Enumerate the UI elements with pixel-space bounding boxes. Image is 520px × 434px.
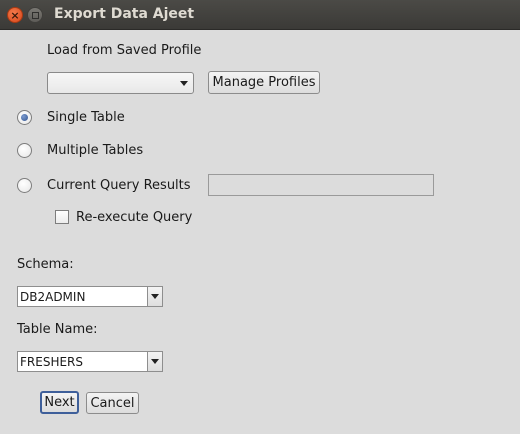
saved-profile-label: Load from Saved Profile <box>47 43 202 58</box>
single-table-radio[interactable] <box>17 110 32 125</box>
schema-label: Schema: <box>17 257 74 272</box>
chevron-down-icon <box>151 359 159 364</box>
close-icon: × <box>10 8 20 22</box>
single-table-label[interactable]: Single Table <box>47 110 125 125</box>
next-button[interactable]: Next <box>40 391 79 414</box>
current-query-results-radio[interactable] <box>17 178 32 193</box>
chevron-down-icon <box>180 81 188 86</box>
chevron-down-icon <box>151 294 159 299</box>
minimize-window-button[interactable] <box>27 7 43 23</box>
multiple-tables-label[interactable]: Multiple Tables <box>47 143 143 158</box>
current-query-results-label[interactable]: Current Query Results <box>47 178 191 193</box>
table-name-value: FRESHERS <box>20 355 83 369</box>
saved-profile-dropdown[interactable] <box>47 72 194 94</box>
schema-select[interactable]: DB2ADMIN <box>17 286 163 307</box>
table-name-dropdown-button[interactable] <box>147 352 162 371</box>
close-window-button[interactable]: × <box>7 7 23 23</box>
manage-profiles-button[interactable]: Manage Profiles <box>208 71 320 94</box>
table-name-label: Table Name: <box>17 322 98 337</box>
cancel-button[interactable]: Cancel <box>86 392 139 414</box>
reexecute-query-checkbox[interactable] <box>55 210 69 224</box>
query-results-field[interactable] <box>208 174 434 196</box>
window-title: Export Data Ajeet <box>54 6 195 22</box>
title-bar: × Export Data Ajeet <box>0 0 520 30</box>
table-name-select[interactable]: FRESHERS <box>17 351 163 372</box>
multiple-tables-radio[interactable] <box>17 143 32 158</box>
schema-dropdown-button[interactable] <box>147 287 162 306</box>
reexecute-query-label[interactable]: Re-execute Query <box>76 210 192 225</box>
schema-value: DB2ADMIN <box>20 290 86 304</box>
minimize-icon <box>31 11 39 19</box>
